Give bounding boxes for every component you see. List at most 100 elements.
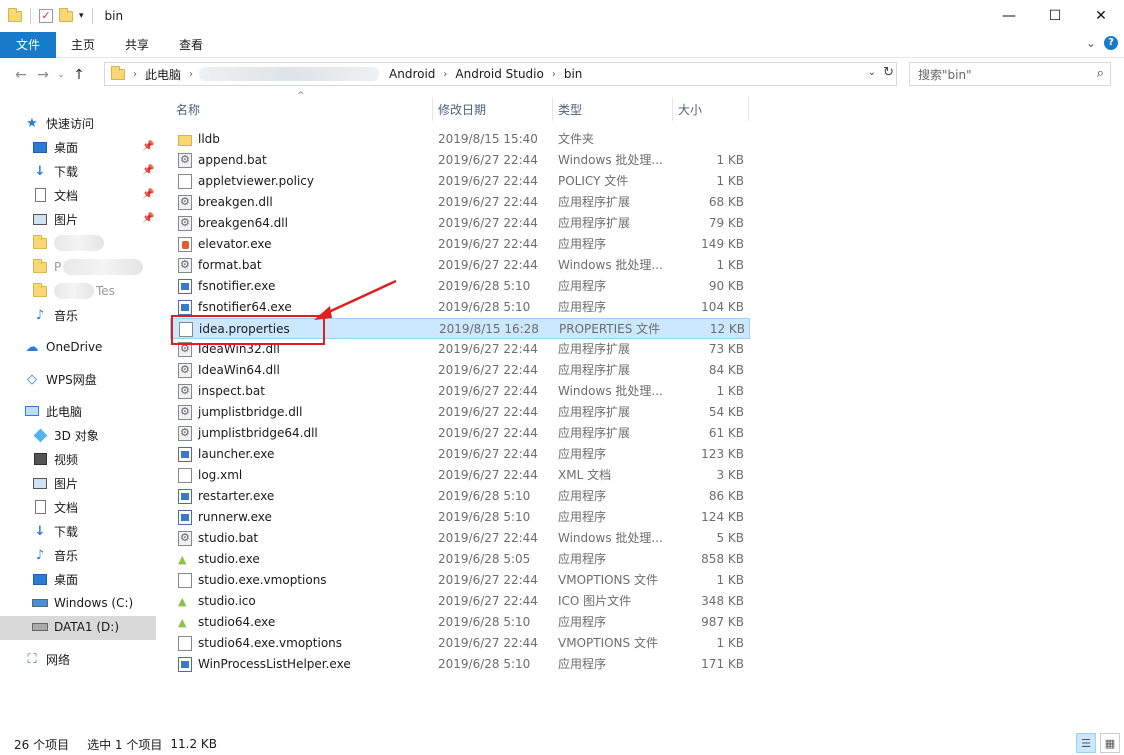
file-row[interactable]: studio.bat 2019/6/27 22:44 Windows 批处理... 5… [170,528,750,549]
pin-icon[interactable]: 📌 [142,189,154,200]
file-row[interactable]: appletviewer.policy 2019/6/27 22:44 POLICY… [170,171,750,192]
minimize-button[interactable]: — [986,0,1032,32]
file-type: 应用程序扩展 [558,426,631,440]
refresh-icon[interactable]: ↻ [883,65,894,80]
nav-item-desktop-pc[interactable]: 桌面 [32,568,78,590]
nav-item-redacted-3[interactable]: Tes [32,280,115,302]
cloud-icon: ☁ [25,339,39,355]
nav-item-desktop[interactable]: 桌面 [32,136,78,158]
breadcrumb-bin[interactable]: bin [558,67,589,81]
pin-icon[interactable]: 📌 [142,141,154,152]
breadcrumb-android-studio[interactable]: Android Studio [449,67,549,81]
file-row[interactable]: launcher.exe 2019/6/27 22:44 应用程序 123 KB [170,444,750,465]
redacted-label [54,283,94,299]
chevron-right-icon[interactable]: › [131,69,139,80]
search-icon[interactable]: ⌕ [1097,66,1104,81]
file-row[interactable]: breakgen.dll 2019/6/27 22:44 应用程序扩展 68 KB [170,192,750,213]
help-icon[interactable]: ? [1104,36,1118,50]
file-row[interactable]: studio.exe.vmoptions 2019/6/27 22:44 VMOPT… [170,570,750,591]
gear-file-icon [178,531,192,546]
forward-arrow-icon[interactable]: → [32,67,54,83]
pin-icon[interactable]: 📌 [142,165,154,176]
back-arrow-icon[interactable]: ← [10,67,32,83]
file-row[interactable]: studio.ico 2019/6/27 22:44 ICO 图片文件 348 KB [170,591,750,612]
nav-item-documents-pc[interactable]: 文档 [32,496,78,518]
nav-network[interactable]: ⛶ 网络 [24,648,70,670]
nav-item-redacted-2[interactable]: P [32,256,144,278]
drive-icon [32,596,48,610]
file-row[interactable]: inspect.bat 2019/6/27 22:44 Windows 批处理...… [170,381,750,402]
file-row[interactable]: lldb 2019/8/15 15:40 文件夹 [170,129,750,150]
nav-item-music[interactable]: ♪ 音乐 [32,304,78,326]
maximize-button[interactable]: ☐ [1032,0,1078,32]
file-row[interactable]: studio64.exe.vmoptions 2019/6/27 22:44 VMO… [170,633,750,654]
chevron-right-icon[interactable]: › [441,69,449,80]
file-size: 61 KB [708,426,744,440]
file-name: WinProcessListHelper.exe [198,657,351,671]
nav-this-pc[interactable]: 此电脑 [24,400,82,422]
file-row[interactable]: append.bat 2019/6/27 22:44 Windows 批处理... 1… [170,150,750,171]
file-row[interactable]: format.bat 2019/6/27 22:44 Windows 批处理... 1… [170,255,750,276]
properties-icon[interactable]: ✓ [39,9,53,23]
address-dropdown-icon[interactable]: ⌄ [868,67,876,78]
folder-icon[interactable] [8,7,22,22]
file-row[interactable]: jumplistbridge.dll 2019/6/27 22:44 应用程序扩展 5… [170,402,750,423]
nav-item-redacted-1[interactable] [32,232,104,254]
nav-onedrive[interactable]: ☁ OneDrive [24,336,103,358]
up-arrow-icon[interactable]: ↑ [68,67,90,83]
file-size: 68 KB [708,195,744,209]
tab-view[interactable]: 查看 [164,32,218,58]
file-size [674,129,744,150]
pin-icon[interactable]: 📌 [142,213,154,224]
nav-item-drive-d[interactable]: DATA1 (D:) [32,616,119,638]
nav-item-documents[interactable]: 文档 [32,184,78,206]
video-icon [32,452,48,466]
nav-item-music-pc[interactable]: ♪ 音乐 [32,544,78,566]
tab-home[interactable]: 主页 [56,32,110,58]
address-bar[interactable]: › 此电脑 › Android › Android Studio › bin ⌄… [104,62,897,86]
file-row[interactable]: studio.exe 2019/6/28 5:05 应用程序 858 KB [170,549,750,570]
file-type: 应用程序 [558,237,607,251]
customize-toolbar-icon[interactable]: ▾ [79,11,84,21]
nav-item-downloads[interactable]: ↓ 下载 [32,160,78,182]
chevron-right-icon[interactable]: › [550,69,558,80]
breadcrumb-android[interactable]: Android [383,67,441,81]
file-row[interactable]: fsnotifier.exe 2019/6/28 5:10 应用程序 90 KB [170,276,750,297]
file-row[interactable]: jumplistbridge64.dll 2019/6/27 22:44 应用程序扩… [170,423,750,444]
expand-ribbon-icon[interactable]: ⌄ [1086,36,1096,50]
file-row[interactable]: breakgen64.dll 2019/6/27 22:44 应用程序扩展 79 KB [170,213,750,234]
file-size: 104 KB [701,300,744,314]
nav-item-pictures-pc[interactable]: 图片 [32,472,78,494]
nav-item-3d-objects[interactable]: 3D 对象 [32,424,99,446]
tab-file[interactable]: 文件 [0,31,56,58]
nav-item-pictures[interactable]: 图片 [32,208,78,230]
file-row[interactable]: restarter.exe 2019/6/28 5:10 应用程序 86 KB [170,486,750,507]
details-view-icon[interactable]: ☰ [1076,733,1096,753]
new-folder-icon[interactable] [59,7,73,22]
status-bar: 26 个项目 选中 1 个项目 11.2 KB ☰ ▦ [0,733,1124,755]
column-header-type[interactable]: 类型 [552,97,672,121]
nav-quick-access[interactable]: ★ 快速访问 [24,112,94,134]
nav-item-drive-c[interactable]: Windows (C:) [32,592,133,614]
nav-item-downloads-pc[interactable]: ↓ 下载 [32,520,78,542]
tab-share[interactable]: 共享 [110,32,164,58]
nav-wps-drive[interactable]: ◇ WPS网盘 [24,368,97,390]
breadcrumb-this-pc[interactable]: 此电脑 [139,66,187,83]
column-header-date[interactable]: 修改日期 [432,97,552,121]
column-divider[interactable] [748,97,749,121]
file-name: studio.exe [198,552,260,566]
search-input[interactable]: 搜索"bin" ⌕ [909,62,1111,86]
column-header-name[interactable]: 名称 [170,97,432,121]
close-button[interactable]: ✕ [1078,0,1124,32]
file-row[interactable]: elevator.exe 2019/6/27 22:44 应用程序 149 KB [170,234,750,255]
recent-locations-icon[interactable]: ⌄ [54,70,68,80]
file-row[interactable]: studio64.exe 2019/6/28 5:10 应用程序 987 KB [170,612,750,633]
file-row[interactable]: log.xml 2019/6/27 22:44 XML 文档 3 KB [170,465,750,486]
nav-item-videos[interactable]: 视频 [32,448,78,470]
column-header-size[interactable]: 大小 [672,97,748,121]
file-row[interactable]: WinProcessListHelper.exe 2019/6/28 5:10 应用… [170,654,750,675]
file-row[interactable]: runnerw.exe 2019/6/28 5:10 应用程序 124 KB [170,507,750,528]
large-icons-view-icon[interactable]: ▦ [1100,733,1120,753]
chevron-right-icon[interactable]: › [187,69,195,80]
file-row[interactable]: IdeaWin64.dll 2019/6/27 22:44 应用程序扩展 84 KB [170,360,750,381]
